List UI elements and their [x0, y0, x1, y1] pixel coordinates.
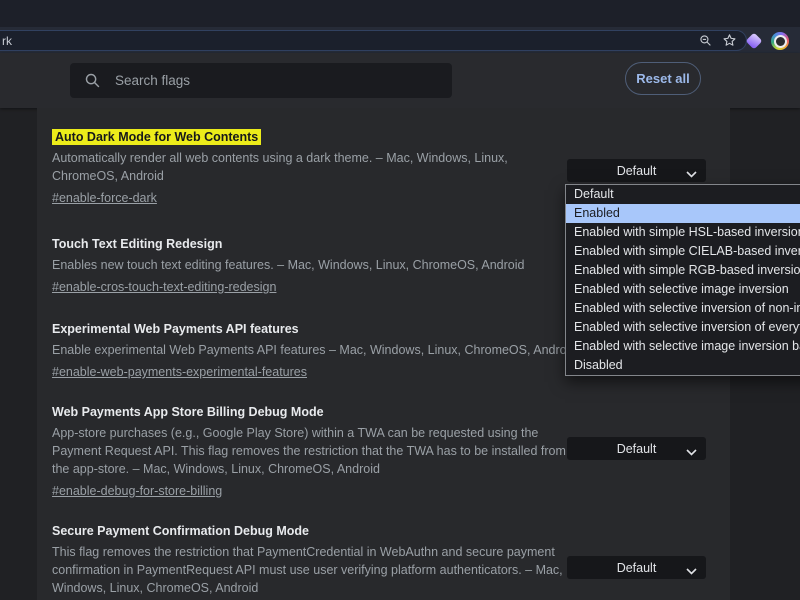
flag-select-secure-payment[interactable]: Default [567, 556, 706, 579]
dropdown-option[interactable]: Enabled with selective image inversion [566, 280, 800, 299]
flag-permalink[interactable]: #enable-debug-for-store-billing [52, 482, 222, 500]
dropdown-option[interactable]: Disabled [566, 356, 800, 375]
profile-avatar[interactable] [771, 32, 789, 50]
chevron-down-icon [686, 167, 697, 181]
address-bar[interactable] [0, 30, 747, 51]
flag-entry-auto-dark-mode: Auto Dark Mode for Web Contents Automati… [52, 128, 632, 207]
select-value: Default [617, 561, 657, 575]
address-bar-url: rk [2, 34, 12, 48]
bookmark-star-icon[interactable] [722, 33, 737, 53]
dropdown-option[interactable]: Enabled with simple CIELAB-based inversi… [566, 242, 800, 261]
select-value: Default [617, 164, 657, 178]
dropdown-option[interactable]: Enabled with selective inversion of ever… [566, 318, 800, 337]
search-input[interactable] [113, 72, 417, 89]
dropdown-option[interactable]: Enabled with simple HSL-based inversion [566, 223, 800, 242]
chevron-down-icon [686, 564, 697, 578]
tab-strip [0, 0, 800, 27]
dropdown-option[interactable]: Enabled with selective image inversion b… [566, 337, 800, 356]
search-icon [84, 72, 101, 89]
flag-title: Secure Payment Confirmation Debug Mode [52, 522, 632, 540]
flag-description: Enable experimental Web Payments API fea… [52, 341, 632, 359]
flag-title: Experimental Web Payments API features [52, 320, 632, 338]
flag-title: Web Payments App Store Billing Debug Mod… [52, 403, 632, 421]
avatar-inner-ring [774, 35, 787, 48]
flag-select-app-store-billing[interactable]: Default [567, 437, 706, 460]
flag-title-highlight: Auto Dark Mode for Web Contents [52, 129, 261, 145]
flag-permalink[interactable]: #enable-cros-touch-text-editing-redesign [52, 278, 276, 296]
zoom-icon[interactable] [699, 34, 712, 52]
flag-description: Enables new touch text editing features.… [52, 256, 632, 274]
flag-description: This flag removes the restriction that P… [52, 543, 632, 597]
flag-description: App-store purchases (e.g., Google Play S… [52, 424, 632, 478]
dropdown-option[interactable]: Default [566, 185, 800, 204]
flag-permalink[interactable]: #enable-web-payments-experimental-featur… [52, 363, 307, 381]
dropdown-option[interactable]: Enabled with selective inversion of non-… [566, 299, 800, 318]
flag-permalink[interactable]: #enable-force-dark [52, 189, 157, 207]
reset-all-button[interactable]: Reset all [625, 62, 701, 95]
select-dropdown-popup: Default Enabled Enabled with simple HSL-… [565, 184, 800, 376]
flag-description: Automatically render all web contents us… [52, 149, 632, 185]
browser-window: rk Reset all Auto Dark Mode for Web Cont… [0, 0, 800, 600]
flag-title: Auto Dark Mode for Web Contents [52, 128, 632, 146]
select-value: Default [617, 442, 657, 456]
flag-entry-app-store-billing: Web Payments App Store Billing Debug Mod… [52, 403, 632, 500]
flag-entry-secure-payment-confirmation: Secure Payment Confirmation Debug Mode T… [52, 522, 632, 597]
search-box[interactable] [70, 63, 452, 98]
chevron-down-icon [686, 445, 697, 459]
dropdown-option[interactable]: Enabled [566, 204, 800, 223]
dropdown-option[interactable]: Enabled with simple RGB-based inversion [566, 261, 800, 280]
flag-entry-touch-text-editing: Touch Text Editing Redesign Enables new … [52, 235, 632, 296]
flag-entry-web-payments-api: Experimental Web Payments API features E… [52, 320, 632, 381]
flag-title: Touch Text Editing Redesign [52, 235, 632, 253]
flag-select-auto-dark-mode[interactable]: Default [567, 159, 706, 182]
